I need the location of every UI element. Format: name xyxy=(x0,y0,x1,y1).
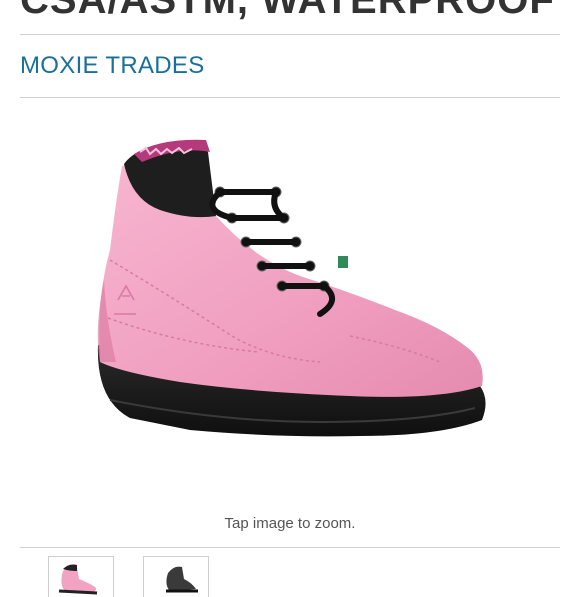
thumbnail-black-boot[interactable] xyxy=(143,556,209,597)
product-image[interactable] xyxy=(20,100,560,508)
zoom-hint: Tap image to zoom. xyxy=(224,515,356,532)
product-title: CSA/ASTM, WATERPROOF xyxy=(20,0,555,22)
divider-brand xyxy=(20,97,560,98)
pink-boot-thumbnail-icon xyxy=(58,564,98,595)
thumbnail-strip xyxy=(48,556,548,597)
thumbnail-pink-boot[interactable] xyxy=(48,556,114,597)
black-boot-thumbnail-icon xyxy=(166,566,198,593)
divider-top xyxy=(20,34,560,35)
brand-link[interactable]: MOXIE TRADES xyxy=(20,52,205,80)
product-image-viewer[interactable] xyxy=(20,100,560,508)
divider-thumbs xyxy=(20,547,560,548)
